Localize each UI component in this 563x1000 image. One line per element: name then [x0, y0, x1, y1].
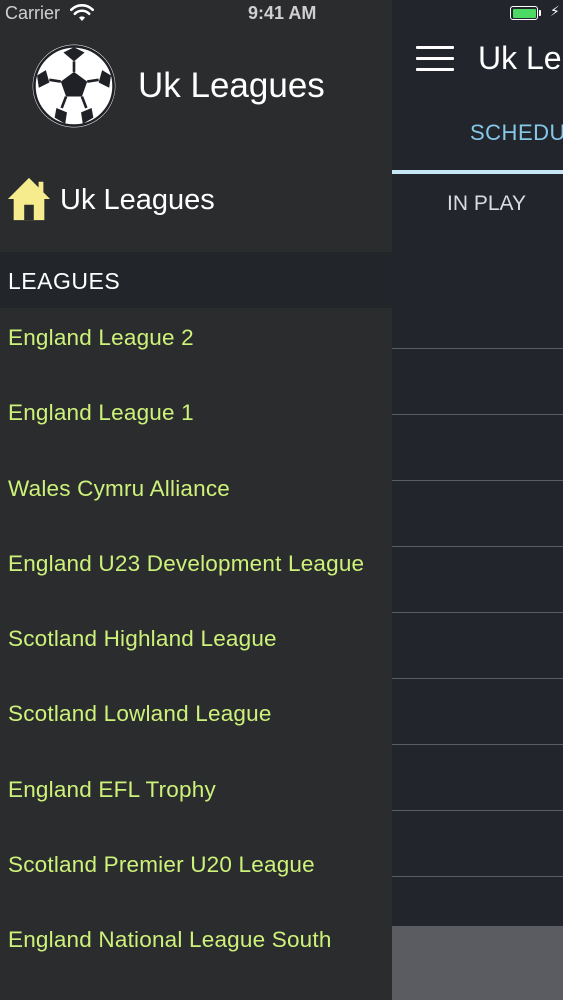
- list-row[interactable]: [392, 547, 563, 613]
- list-row[interactable]: [392, 613, 563, 679]
- list-row[interactable]: [392, 745, 563, 811]
- battery-tip: [539, 10, 541, 16]
- section-label: LEAGUES: [8, 268, 121, 294]
- league-label: England National League South: [8, 927, 332, 953]
- league-item[interactable]: England League 2: [0, 305, 392, 380]
- league-label: England League 1: [8, 400, 194, 426]
- league-label: Scotland Premier U20 League: [8, 852, 315, 878]
- list-row[interactable]: [392, 811, 563, 877]
- list-row[interactable]: [392, 349, 563, 415]
- league-item[interactable]: Scotland Lowland League: [0, 681, 392, 756]
- drawer-header: Uk Leagues: [0, 28, 392, 158]
- status-bar: Carrier 9:41 AM: [0, 0, 392, 28]
- league-item[interactable]: England U23 Development League: [0, 531, 392, 606]
- list-row[interactable]: [392, 679, 563, 745]
- league-item[interactable]: England National League South: [0, 907, 392, 982]
- league-label: England League 2: [8, 325, 194, 350]
- league-label: Scotland Highland League: [8, 626, 277, 652]
- soccer-ball-icon: [32, 44, 116, 128]
- screen: ⚡ Uk Leagues SCHEDULE IN PLAY: [0, 0, 563, 1000]
- league-item[interactable]: Scotland Highland League: [0, 606, 392, 681]
- league-item[interactable]: England EFL Trophy: [0, 757, 392, 832]
- list-row[interactable]: [392, 481, 563, 547]
- drawer-item-home[interactable]: Uk Leagues: [0, 170, 392, 232]
- subtab-in-play[interactable]: IN PLAY: [392, 174, 563, 234]
- tab-bar: SCHEDULE: [392, 90, 563, 174]
- wifi-icon: [70, 4, 94, 21]
- home-label: Uk Leagues: [60, 184, 215, 216]
- hamburger-menu-icon[interactable]: [416, 46, 454, 72]
- league-label: Wales Cymru Alliance: [8, 475, 230, 501]
- list-row[interactable]: [392, 234, 563, 349]
- subtab-label: IN PLAY: [447, 192, 526, 215]
- battery-icon: [510, 6, 538, 20]
- league-item[interactable]: Wales Cymru Alliance: [0, 456, 392, 531]
- section-header-leagues: LEAGUES: [0, 252, 392, 308]
- league-label: England U23 Development League: [8, 550, 365, 576]
- league-label: England EFL Trophy: [8, 776, 216, 802]
- clock: 9:41 AM: [248, 3, 317, 23]
- tab-schedule[interactable]: SCHEDULE: [470, 120, 563, 146]
- league-label: Scotland Lowland League: [8, 701, 272, 727]
- league-item[interactable]: Scotland Premier U20 League: [0, 832, 392, 907]
- carrier-label: Carrier: [5, 3, 61, 23]
- nav-bar: Uk Leagues: [392, 28, 563, 90]
- league-item[interactable]: England League 1: [0, 380, 392, 455]
- home-icon: [7, 177, 51, 221]
- bottom-bar: [392, 926, 563, 1000]
- app-title: Uk Leagues: [138, 66, 325, 105]
- league-list: England League 2 England League 1 Wales …: [0, 305, 392, 983]
- list-row[interactable]: [392, 415, 563, 481]
- main-screen[interactable]: ⚡ Uk Leagues SCHEDULE IN PLAY: [392, 0, 563, 1000]
- nav-title: Uk Leagues: [478, 40, 563, 76]
- side-drawer: Carrier 9:41 AM Uk Leagues Uk Leagues LE…: [0, 0, 392, 1000]
- status-bar-right: ⚡: [392, 0, 563, 28]
- charging-bolt-icon: ⚡: [550, 4, 560, 20]
- match-list: [392, 234, 563, 943]
